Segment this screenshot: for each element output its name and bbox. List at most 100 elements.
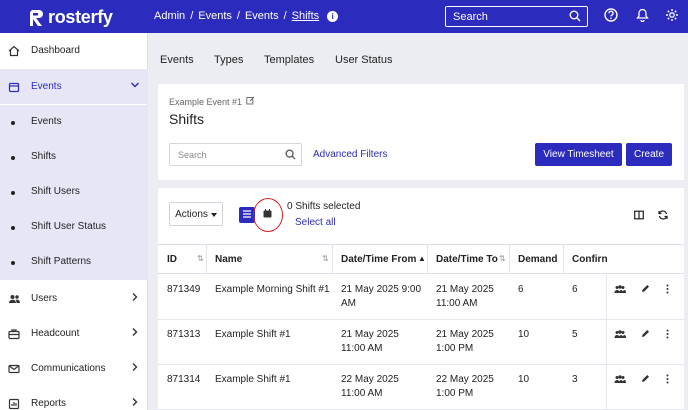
more-vertical-icon[interactable] — [666, 284, 669, 297]
sidebar-subitem-shift-user-status[interactable]: Shift User Status — [0, 210, 148, 245]
column-header-id[interactable]: ID — [167, 254, 177, 265]
column-divider — [206, 245, 207, 274]
table-header: ID ⇅ Name ⇅ Date/Time From ▲ Date/Time T… — [158, 244, 684, 274]
table-row[interactable]: 871314 Example Shift #1 22 May 2025 11:0… — [158, 365, 684, 410]
tab-templates[interactable]: Templates — [264, 54, 314, 66]
bell-icon[interactable] — [636, 8, 649, 25]
breadcrumb-current[interactable]: Shifts — [292, 10, 320, 22]
column-header-date-from[interactable]: Date/Time From — [341, 254, 416, 265]
users-icon[interactable] — [614, 330, 626, 342]
annotation-circle — [253, 198, 283, 232]
sidebar-item-headcount[interactable]: Headcount — [0, 316, 148, 351]
cell-demand: 6 — [518, 284, 524, 295]
sidebar-subitem-label: Events — [31, 116, 62, 127]
event-name: Example Event #1 — [169, 96, 243, 107]
edit-icon[interactable] — [246, 96, 255, 107]
users-icon[interactable] — [614, 285, 626, 297]
row-actions — [606, 365, 684, 409]
sidebar-subitem-events[interactable]: Events — [0, 105, 148, 140]
sidebar-subitem-label: Shift Patterns — [31, 256, 92, 267]
cell-to-date: 22 May 2025 — [436, 374, 494, 385]
chevron-down-icon[interactable] — [130, 80, 140, 93]
cell-from-time: AM — [341, 298, 356, 309]
columns-icon[interactable] — [634, 210, 644, 223]
column-divider — [427, 245, 428, 274]
column-header-name[interactable]: Name — [215, 254, 242, 265]
brand-name: rosterfy — [48, 7, 113, 27]
event-link[interactable]: Example Event #1 — [169, 96, 255, 107]
list-icon — [243, 209, 251, 221]
breadcrumb-separator: / — [283, 10, 287, 22]
sidebar-item-communications[interactable]: Communications — [0, 351, 148, 386]
column-divider — [509, 245, 510, 274]
shift-search-input[interactable]: Search — [169, 143, 302, 166]
chevron-right-icon[interactable] — [130, 362, 140, 375]
chevron-right-icon[interactable] — [130, 292, 140, 305]
sidebar-subitem-shift-patterns[interactable]: Shift Patterns — [0, 245, 148, 280]
cell-from-date: 21 May 2025 — [341, 329, 399, 340]
chevron-right-icon[interactable] — [130, 327, 140, 340]
bullet-icon — [11, 121, 15, 125]
breadcrumb-separator: / — [236, 10, 240, 22]
cell-name: Example Shift #1 — [215, 329, 291, 340]
sidebar-item-dashboard[interactable]: Dashboard — [0, 33, 148, 68]
sidebar-item-label: Dashboard — [31, 45, 80, 56]
column-divider — [563, 245, 564, 274]
breadcrumb-admin[interactable]: Admin — [154, 10, 185, 22]
sidebar-item-reports[interactable]: Reports — [0, 386, 148, 410]
cell-name: Example Morning Shift #1 — [215, 284, 330, 295]
more-vertical-icon[interactable] — [666, 374, 669, 387]
actions-label: Actions — [175, 208, 208, 220]
tab-types[interactable]: Types — [214, 54, 243, 66]
more-vertical-icon[interactable] — [666, 329, 669, 342]
global-search-input[interactable]: Search — [445, 6, 588, 27]
create-button[interactable]: Create — [626, 143, 672, 166]
users-icon[interactable] — [614, 375, 626, 387]
refresh-icon[interactable] — [658, 210, 668, 223]
breadcrumb-events-2[interactable]: Events — [245, 10, 279, 22]
table-row[interactable]: 871313 Example Shift #1 21 May 2025 11:0… — [158, 320, 684, 365]
tab-events[interactable]: Events — [160, 54, 194, 66]
column-header-date-to[interactable]: Date/Time To — [436, 254, 498, 265]
sidebar-subitem-label: Shifts — [31, 151, 57, 162]
breadcrumb-events[interactable]: Events — [198, 10, 232, 22]
column-header-demand[interactable]: Demand — [518, 254, 557, 265]
pencil-icon[interactable] — [641, 329, 650, 341]
column-divider — [332, 245, 333, 274]
help-icon[interactable] — [604, 8, 618, 25]
row-actions — [606, 320, 684, 364]
view-timesheet-button[interactable]: View Timesheet — [535, 143, 622, 166]
select-all-link[interactable]: Select all — [295, 217, 336, 228]
sidebar-item-users[interactable]: Users — [0, 281, 148, 316]
column-header-confirmed[interactable]: Confirn — [572, 254, 608, 265]
shift-search-placeholder: Search — [178, 150, 207, 160]
shifts-table-card: Actions 0 Shifts selected Select all ID … — [158, 188, 684, 410]
sort-icon[interactable]: ⇅ — [322, 254, 329, 263]
advanced-filters-link[interactable]: Advanced Filters — [313, 149, 387, 160]
chevron-right-icon[interactable] — [130, 397, 140, 410]
sidebar-item-label: Headcount — [31, 328, 80, 339]
search-icon[interactable] — [285, 149, 296, 162]
table-row[interactable]: 871349 Example Morning Shift #1 21 May 2… — [158, 275, 684, 320]
users-icon — [8, 293, 20, 305]
sidebar: Dashboard Events Events Shifts Shift Use… — [0, 33, 148, 410]
sidebar-subitem-shifts[interactable]: Shifts — [0, 140, 148, 175]
cell-to-date: 21 May 2025 — [436, 329, 494, 340]
search-icon[interactable] — [569, 10, 581, 25]
info-icon[interactable]: i — [327, 10, 339, 22]
sort-icon[interactable]: ⇅ — [499, 254, 506, 263]
brand-logo[interactable]: rosterfy — [30, 7, 113, 28]
pencil-icon[interactable] — [641, 374, 650, 386]
sidebar-subitem-shift-users[interactable]: Shift Users — [0, 175, 148, 210]
bullet-icon — [11, 261, 15, 265]
sidebar-item-events[interactable]: Events — [0, 69, 148, 104]
cell-name: Example Shift #1 — [215, 374, 291, 385]
pencil-icon[interactable] — [641, 284, 650, 296]
actions-dropdown[interactable]: Actions — [169, 202, 223, 226]
tab-user-status[interactable]: User Status — [335, 54, 392, 66]
cell-from-date: 21 May 2025 9:00 — [341, 284, 422, 295]
gear-icon[interactable] — [665, 8, 679, 25]
sort-asc-icon[interactable]: ▲ — [418, 254, 426, 263]
sidebar-item-label: Events — [31, 81, 62, 92]
sort-icon[interactable]: ⇅ — [197, 254, 204, 263]
